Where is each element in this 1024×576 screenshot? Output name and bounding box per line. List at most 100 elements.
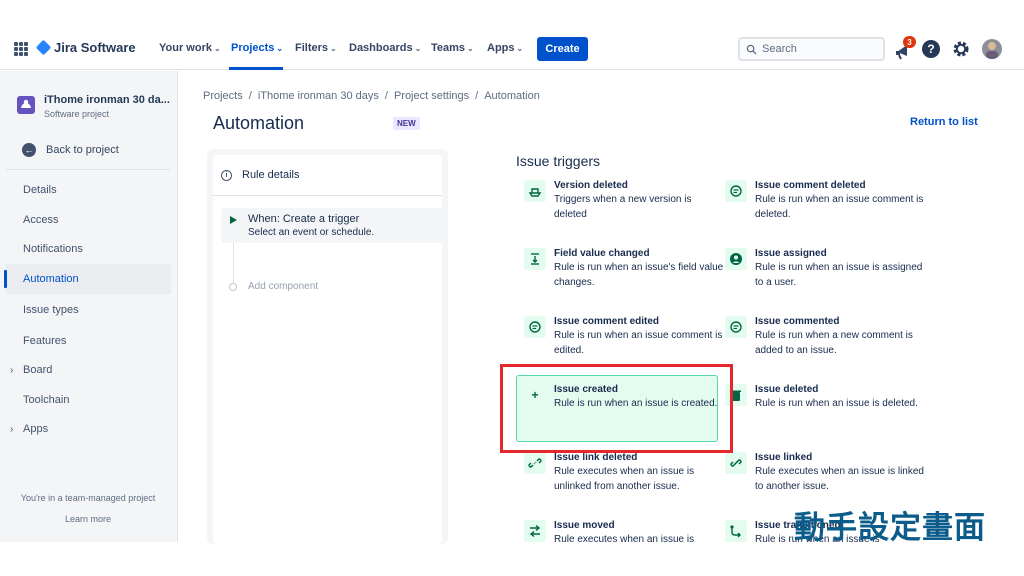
- breadcrumb-project-settings[interactable]: Project settings: [394, 90, 469, 102]
- nav-teams[interactable]: Teams ⌄: [431, 42, 474, 54]
- trigger-description: Triggers when a new version is deleted: [554, 194, 692, 220]
- project-name[interactable]: iThome ironman 30 da...: [44, 94, 170, 106]
- sidebar-item-label: Apps: [23, 423, 49, 435]
- sidebar-item-label: Toolchain: [23, 394, 70, 406]
- create-button[interactable]: Create: [537, 37, 588, 61]
- sidebar-divider: [6, 169, 170, 170]
- app-switcher-icon[interactable]: [14, 42, 28, 56]
- sidebar-item-toolchain[interactable]: Toolchain: [6, 385, 171, 415]
- nav-apps[interactable]: Apps ⌄: [487, 42, 523, 54]
- rule-divider: [213, 195, 442, 196]
- back-to-project-link[interactable]: ← Back to project: [22, 143, 119, 157]
- unlink-icon: [524, 452, 546, 474]
- active-nav-indicator: [229, 67, 283, 70]
- breadcrumb-automation[interactable]: Automation: [484, 90, 540, 102]
- overlay-caption: 動手設定畫面: [794, 510, 986, 546]
- ship-icon: [524, 180, 546, 202]
- chevron-down-icon: ⌄: [467, 43, 474, 53]
- project-type: Software project: [44, 109, 110, 119]
- trigger-title: Issue assigned: [755, 248, 827, 259]
- trigger-title: Issue link deleted: [554, 452, 638, 463]
- arrow-left-icon: ←: [22, 143, 36, 157]
- sidebar-item-label: Access: [23, 214, 59, 226]
- sidebar-item-apps[interactable]: › Apps: [6, 414, 171, 444]
- gear-icon[interactable]: [951, 39, 971, 59]
- nav-label: Your work: [159, 42, 212, 54]
- field-change-icon: [524, 248, 546, 270]
- jira-logo[interactable]: Jira Software: [35, 39, 136, 56]
- sidebar-item-details[interactable]: Details: [6, 175, 171, 205]
- add-component-button[interactable]: Add component: [229, 281, 318, 292]
- sidebar-item-label: Issue types: [23, 304, 79, 316]
- sidebar-item-features[interactable]: Features: [6, 326, 171, 356]
- trigger-step-subtitle: Select an event or schedule.: [248, 227, 375, 238]
- project-sidebar: iThome ironman 30 da... Software project…: [0, 71, 178, 542]
- help-icon[interactable]: ?: [922, 40, 940, 58]
- trigger-description: Rule is run when an issue comment is edi…: [554, 330, 723, 356]
- team-managed-note: You're in a team-managed project: [20, 493, 156, 503]
- trigger-title: Issue deleted: [755, 384, 819, 395]
- nav-your-work[interactable]: Your work ⌄: [159, 42, 221, 54]
- project-avatar-icon: [17, 96, 35, 114]
- chevron-down-icon: ⌄: [414, 43, 422, 53]
- nav-label: Filters: [295, 42, 329, 54]
- sidebar-item-board[interactable]: › Board: [6, 355, 171, 385]
- step-connector: [233, 243, 234, 283]
- notification-badge: 3: [903, 36, 916, 48]
- issue-triggers-heading: Issue triggers: [516, 153, 601, 169]
- top-navigation: Jira Software Your work ⌄ Projects ⌄ Filte…: [0, 30, 1024, 70]
- sidebar-item-notifications[interactable]: Notifications: [6, 234, 171, 264]
- trigger-description: Rule is run when a new comment is added …: [755, 330, 913, 356]
- rule-details-row[interactable]: i Rule details: [221, 169, 299, 181]
- rule-builder-panel: i Rule details When: Create a trigger Se…: [207, 149, 448, 544]
- trigger-description: Rule executes when an issue is: [554, 534, 695, 545]
- nav-label: Projects: [231, 42, 275, 54]
- sidebar-item-issue-types[interactable]: Issue types: [6, 295, 171, 325]
- sidebar-item-access[interactable]: Access: [6, 205, 171, 235]
- user-avatar[interactable]: [982, 39, 1002, 59]
- trigger-description: Rule executes when an issue is linked to…: [755, 466, 924, 492]
- search-icon: [746, 44, 757, 55]
- chevron-down-icon: ⌄: [330, 43, 337, 53]
- breadcrumb: Projects / iThome ironman 30 days / Project …: [203, 90, 540, 102]
- nav-projects[interactable]: Projects ⌄: [231, 42, 283, 54]
- search-input[interactable]: Search: [738, 37, 885, 61]
- rule-details-label: Rule details: [242, 169, 300, 181]
- transition-icon: [725, 520, 747, 542]
- trigger-description: Rule is run when an issue is assigned to…: [755, 262, 923, 288]
- trigger-title: Issue moved: [554, 520, 615, 531]
- sidebar-item-automation[interactable]: Automation: [4, 264, 171, 294]
- trigger-title: Issue commented: [755, 316, 840, 327]
- chevron-down-icon: ⌄: [213, 43, 221, 53]
- back-label: Back to project: [46, 144, 119, 156]
- chevron-down-icon: ⌄: [516, 43, 524, 53]
- rule-card: i Rule details When: Create a trigger Se…: [213, 155, 445, 544]
- nav-label: Dashboards: [349, 42, 413, 54]
- nav-dashboards[interactable]: Dashboards ⌄: [349, 42, 421, 54]
- learn-more-link[interactable]: Learn more: [0, 514, 176, 524]
- chevron-down-icon: ⌄: [276, 43, 284, 53]
- move-icon: [524, 520, 546, 542]
- breadcrumb-project[interactable]: iThome ironman 30 days: [258, 90, 379, 102]
- page-title: Automation: [213, 113, 305, 133]
- trigger-title: Issue comment deleted: [755, 180, 866, 191]
- nav-label: Teams: [431, 42, 466, 54]
- link-icon: [725, 452, 747, 474]
- return-to-list-link[interactable]: Return to list: [910, 116, 978, 128]
- red-highlight-annotation: [500, 364, 733, 453]
- trigger-title: Field value changed: [554, 248, 650, 259]
- nav-filters[interactable]: Filters ⌄: [295, 42, 337, 54]
- sidebar-item-label: Automation: [23, 273, 79, 285]
- search-placeholder: Search: [762, 43, 797, 55]
- new-badge: NEW: [393, 117, 420, 130]
- chevron-right-icon: ›: [10, 423, 14, 435]
- sidebar-item-label: Features: [23, 335, 67, 347]
- breadcrumb-projects[interactable]: Projects: [203, 90, 243, 102]
- chevron-right-icon: ›: [10, 364, 14, 376]
- trigger-step[interactable]: When: Create a trigger Select an event o…: [221, 208, 445, 243]
- play-icon: [230, 216, 237, 224]
- add-component-label: Add component: [248, 281, 319, 292]
- sidebar-item-label: Details: [23, 184, 57, 196]
- trigger-description: Rule is run when an issue is deleted.: [755, 398, 918, 409]
- avatar-image-icon: [986, 42, 998, 59]
